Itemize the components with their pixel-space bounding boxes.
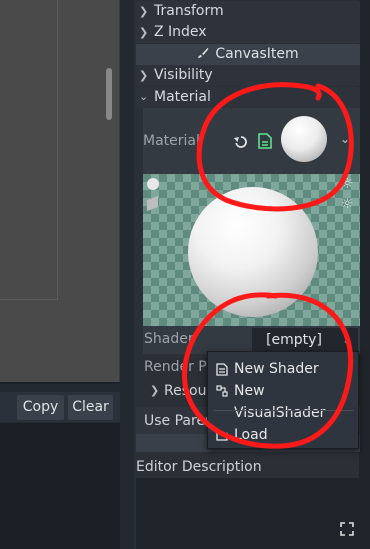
brush-icon [198, 48, 209, 58]
revert-icon[interactable] [233, 134, 249, 150]
viewport-frame [0, 0, 58, 300]
material-label: Material [143, 133, 200, 149]
vertical-scrollbar[interactable] [106, 68, 112, 120]
section-label: Material [154, 89, 211, 105]
section-transform[interactable]: ❯ Transform [136, 1, 360, 22]
chevron-down-icon[interactable]: ⌄ [340, 132, 350, 146]
shader-icon [216, 363, 228, 376]
menu-item-load[interactable]: Load [214, 424, 359, 446]
section-label: Visibility [154, 67, 213, 83]
panel-divider[interactable] [120, 0, 134, 549]
copy-button[interactable]: Copy [17, 395, 64, 420]
chevron-right-icon: ❯ [139, 69, 149, 82]
render-priority-label: Render Pr [144, 359, 213, 375]
inspector-scrollbar-track[interactable] [359, 0, 370, 549]
shader-label: Shader [144, 331, 194, 347]
expand-icon[interactable] [340, 522, 354, 536]
chevron-down-icon[interactable]: ⌄ [336, 328, 358, 352]
material-thumbnail[interactable] [281, 116, 327, 162]
editor-description-label: Editor Description [136, 459, 262, 475]
output-log [0, 423, 120, 549]
section-label: Transform [154, 3, 224, 19]
menu-item-label: New VisualShader [234, 383, 326, 421]
section-visibility[interactable]: ❯ Visibility [136, 65, 360, 86]
section-label: Z Index [154, 24, 207, 40]
material-resource-icon [258, 133, 272, 149]
section-z-index[interactable]: ❯ Z Index [136, 22, 360, 43]
light-1-icon[interactable]: ☼ [341, 176, 354, 192]
light-2-icon[interactable]: ☼ [341, 196, 354, 212]
menu-item-label: Load [234, 427, 268, 443]
clear-button[interactable]: Clear [68, 395, 113, 420]
category-label: CanvasItem [215, 46, 299, 62]
visual-shader-icon [216, 385, 228, 397]
chevron-right-icon[interactable]: ❯ [150, 384, 159, 397]
preview-sphere [188, 187, 318, 317]
resource-label[interactable]: Resou [164, 383, 206, 399]
chevron-right-icon: ❯ [139, 5, 149, 18]
menu-item-new-visualshader[interactable]: New VisualShader [214, 380, 359, 421]
chevron-down-icon: ⌄ [139, 90, 149, 103]
category-canvasitem: CanvasItem [136, 44, 360, 65]
chevron-right-icon: ❯ [139, 26, 149, 39]
shader-resource-picker[interactable]: [empty] [252, 328, 336, 352]
sphere-preview-icon[interactable] [147, 178, 159, 190]
editor-description-input[interactable] [136, 478, 360, 549]
use-parent-material-label: Use Paren [144, 413, 214, 429]
menu-item-new-shader[interactable]: New Shader [214, 358, 359, 380]
menu-item-label: New Shader [234, 361, 319, 377]
section-material[interactable]: ⌄ Material [136, 87, 360, 108]
folder-icon [216, 431, 228, 441]
shader-popup-menu: New Shader New VisualShader Load [207, 351, 359, 449]
menu-separator [214, 410, 354, 411]
